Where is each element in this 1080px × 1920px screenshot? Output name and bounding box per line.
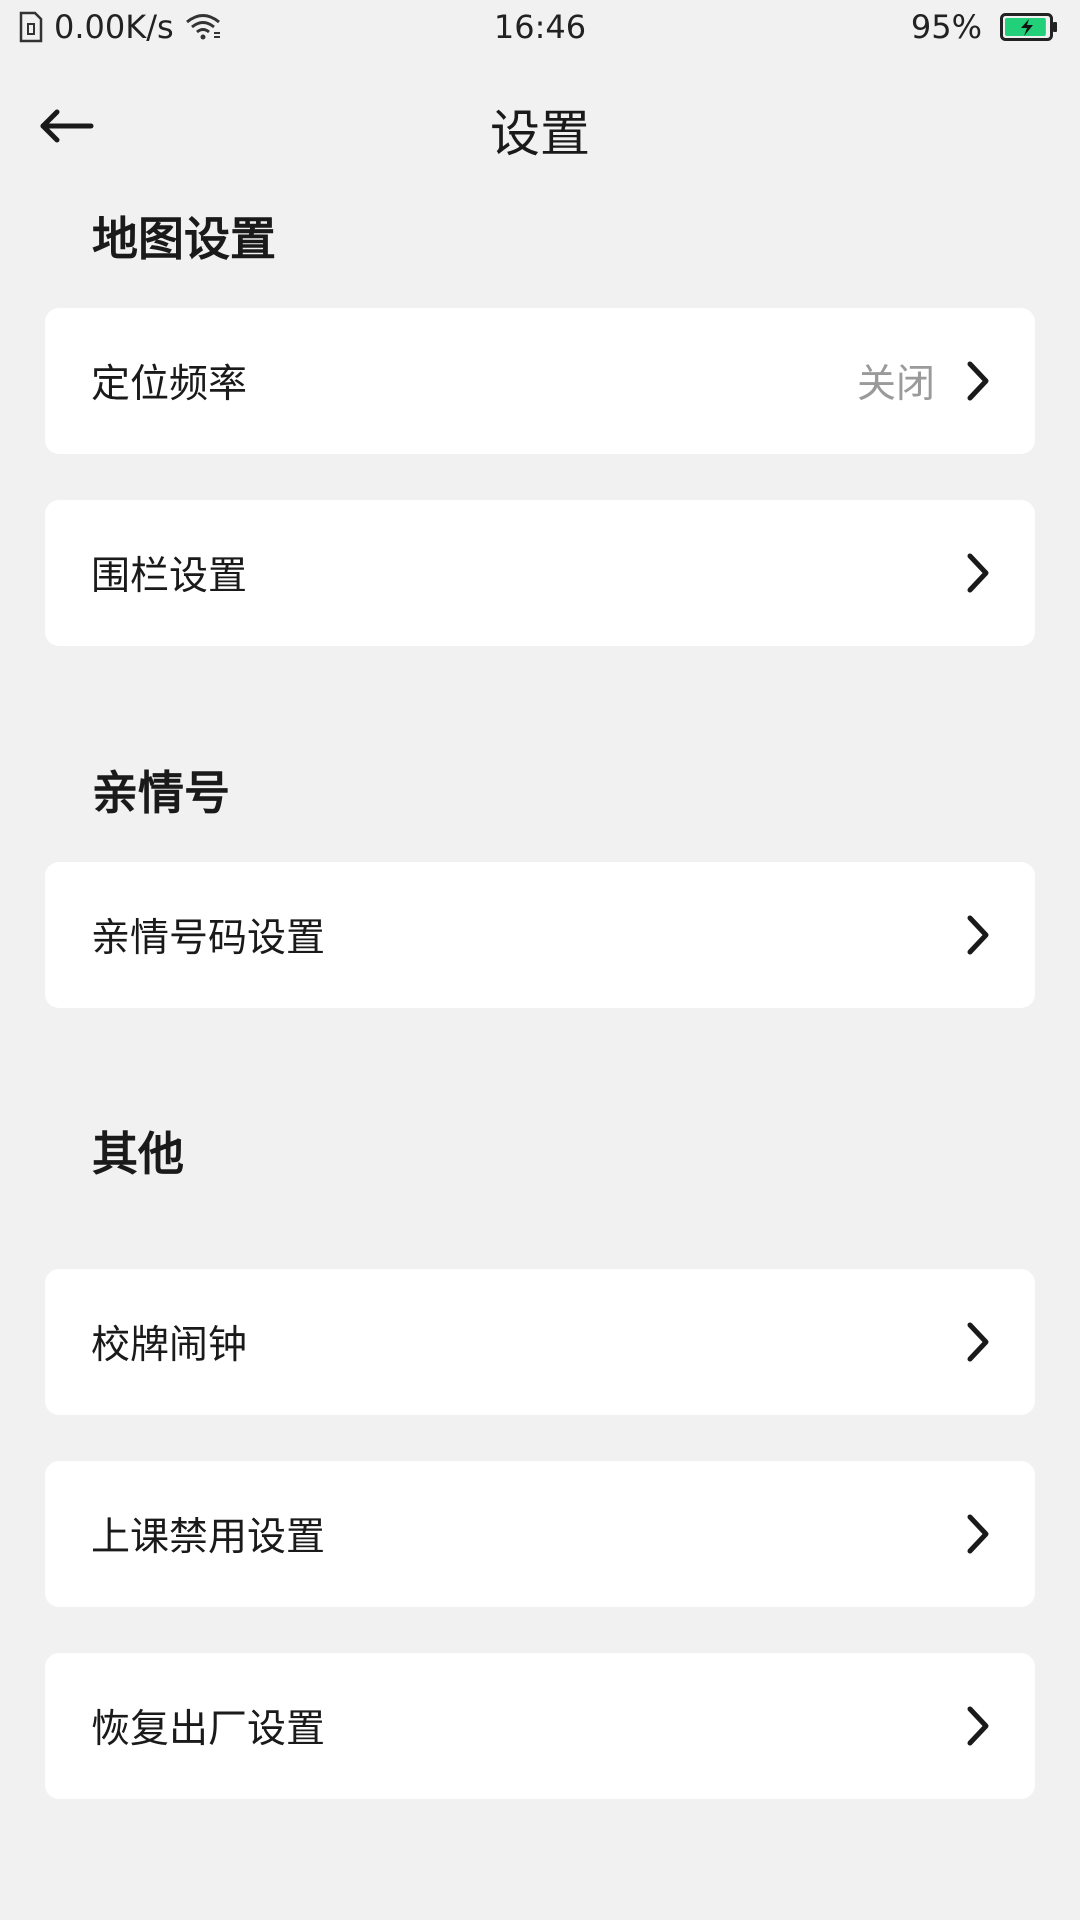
section-title-map-settings: 地图设置 [92, 212, 276, 266]
title-bar: 设置 [0, 90, 1080, 164]
status-bar: 0.00K/s 16:46 95% [0, 0, 1080, 58]
item-label: 恢复出厂设置 [91, 1707, 326, 1752]
item-label: 定位频率 [91, 362, 248, 407]
item-label: 上课禁用设置 [91, 1515, 326, 1560]
class-disable-settings-item[interactable]: 上课禁用设置 [45, 1461, 1035, 1607]
chevron-right-icon [967, 1514, 989, 1554]
page-title: 设置 [490, 105, 590, 163]
status-right: 95% [911, 8, 1058, 46]
factory-reset-item[interactable]: 恢复出厂设置 [45, 1653, 1035, 1799]
chevron-right-icon [967, 361, 989, 401]
chevron-right-icon [967, 915, 989, 955]
battery-percent: 95% [910, 8, 982, 46]
item-label: 围栏设置 [91, 554, 248, 599]
item-label: 亲情号码设置 [91, 916, 326, 961]
chevron-right-icon [967, 1322, 989, 1362]
section-title-family-numbers: 亲情号 [92, 766, 230, 820]
chevron-right-icon [967, 1706, 989, 1746]
badge-alarm-item[interactable]: 校牌闹钟 [45, 1269, 1035, 1415]
item-value: 关闭 [856, 362, 935, 407]
location-frequency-item[interactable]: 定位频率 关闭 [45, 308, 1035, 454]
item-label: 校牌闹钟 [91, 1323, 248, 1368]
battery-charging-icon [1000, 13, 1057, 41]
chevron-right-icon [967, 553, 989, 593]
section-title-other: 其他 [92, 1127, 184, 1181]
family-number-settings-item[interactable]: 亲情号码设置 [45, 862, 1035, 1008]
fence-settings-item[interactable]: 围栏设置 [45, 500, 1035, 646]
